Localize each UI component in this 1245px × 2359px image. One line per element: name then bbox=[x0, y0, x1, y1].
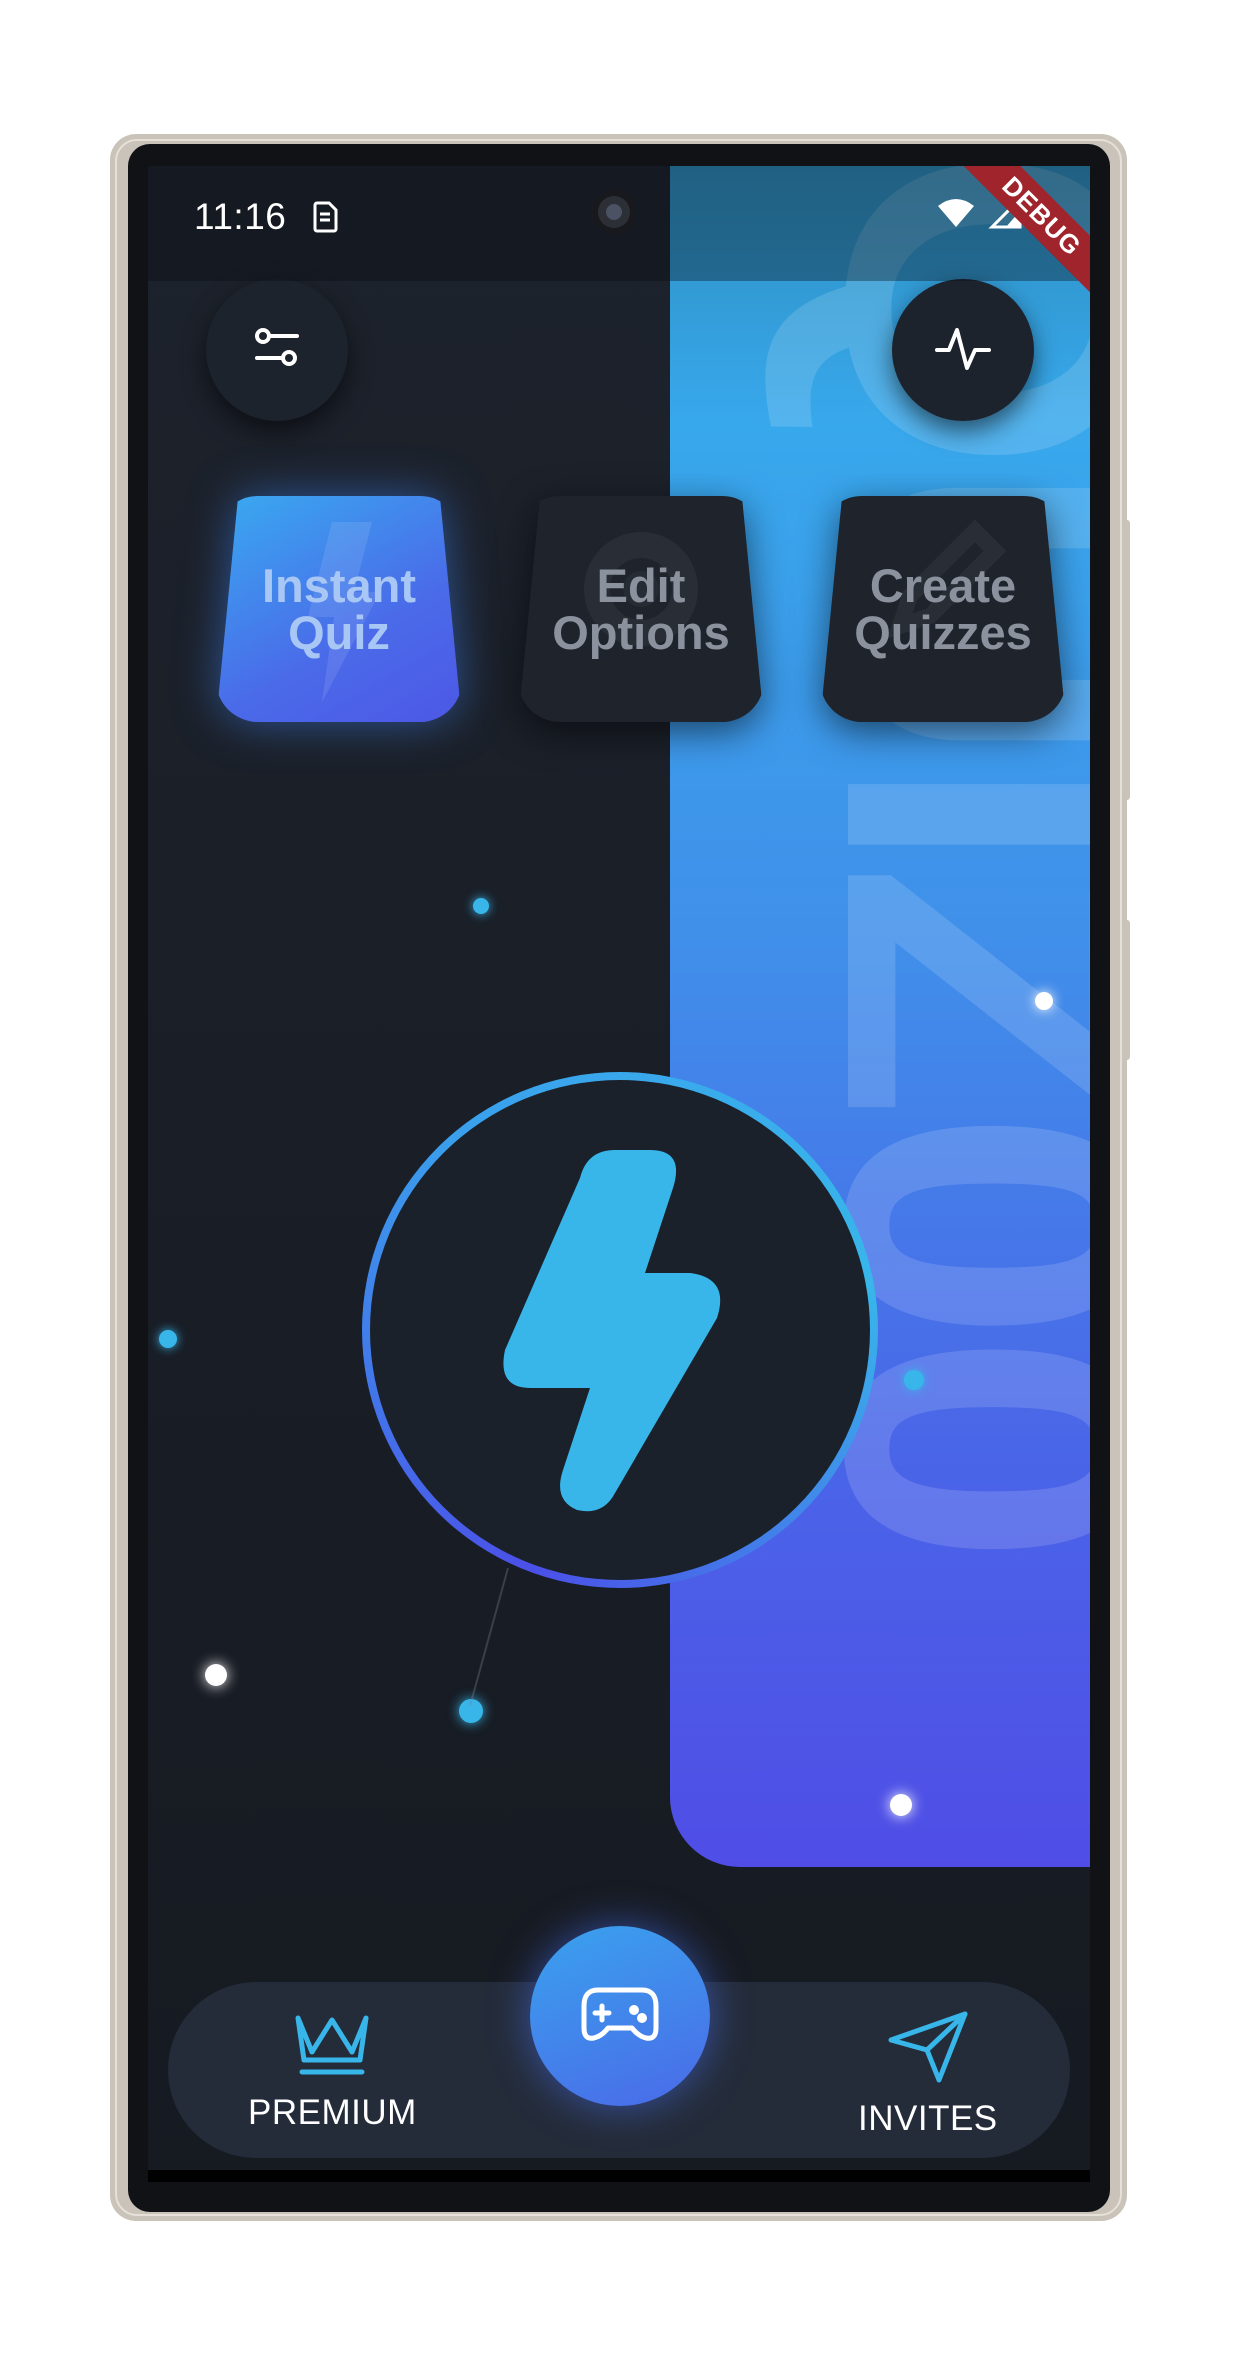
play-game-button[interactable] bbox=[530, 1926, 710, 2106]
sim-card-icon bbox=[311, 200, 339, 239]
tile-label-line2: Quizzes bbox=[854, 606, 1032, 659]
lightning-bolt-icon bbox=[485, 1138, 755, 1523]
particle bbox=[205, 1664, 227, 1686]
hero-panel: QUIZ00 bbox=[670, 166, 1090, 1867]
stats-button[interactable] bbox=[892, 279, 1034, 421]
particle bbox=[159, 1330, 177, 1348]
send-icon bbox=[887, 2010, 969, 2089]
instant-quiz-start-button[interactable] bbox=[362, 1072, 878, 1588]
nav-premium-label: PREMIUM bbox=[248, 2093, 417, 2132]
activity-pulse-icon bbox=[933, 322, 993, 379]
tile-label-line1: Instant bbox=[261, 559, 417, 612]
wifi-icon bbox=[936, 197, 976, 234]
app-screen: QUIZ00 11:16 DEBUG Instant Quiz Edit Opt… bbox=[148, 166, 1090, 2182]
sliders-icon bbox=[251, 322, 303, 379]
status-time: 11:16 bbox=[194, 196, 287, 237]
gamepad-icon bbox=[580, 1984, 660, 2049]
status-bar: 11:16 bbox=[148, 166, 1090, 281]
nav-invites-label: INVITES bbox=[858, 2099, 998, 2138]
tile-label-line2: Quiz bbox=[288, 606, 390, 659]
particle bbox=[473, 898, 489, 914]
particle bbox=[904, 1370, 924, 1390]
front-camera bbox=[592, 190, 636, 234]
tile-instant-quiz[interactable]: Instant Quiz bbox=[216, 496, 462, 722]
tile-label-line1: Edit bbox=[596, 559, 686, 612]
tile-edit-options[interactable]: Edit Options bbox=[518, 496, 764, 722]
particle bbox=[1035, 992, 1053, 1010]
crown-icon bbox=[292, 2010, 372, 2083]
particle bbox=[890, 1794, 912, 1816]
filter-settings-button[interactable] bbox=[206, 279, 348, 421]
tile-label-line1: Create bbox=[869, 559, 1017, 612]
power-button bbox=[1124, 920, 1130, 1060]
nav-invites[interactable]: INVITES bbox=[858, 2010, 998, 2139]
tile-label-line2: Options bbox=[552, 606, 730, 659]
volume-button bbox=[1124, 520, 1130, 800]
system-nav-area bbox=[148, 2170, 1090, 2182]
nav-premium[interactable]: PREMIUM bbox=[248, 2010, 417, 2133]
particle-link bbox=[469, 1567, 509, 1707]
tile-create-quizzes[interactable]: Create Quizzes bbox=[820, 496, 1066, 722]
